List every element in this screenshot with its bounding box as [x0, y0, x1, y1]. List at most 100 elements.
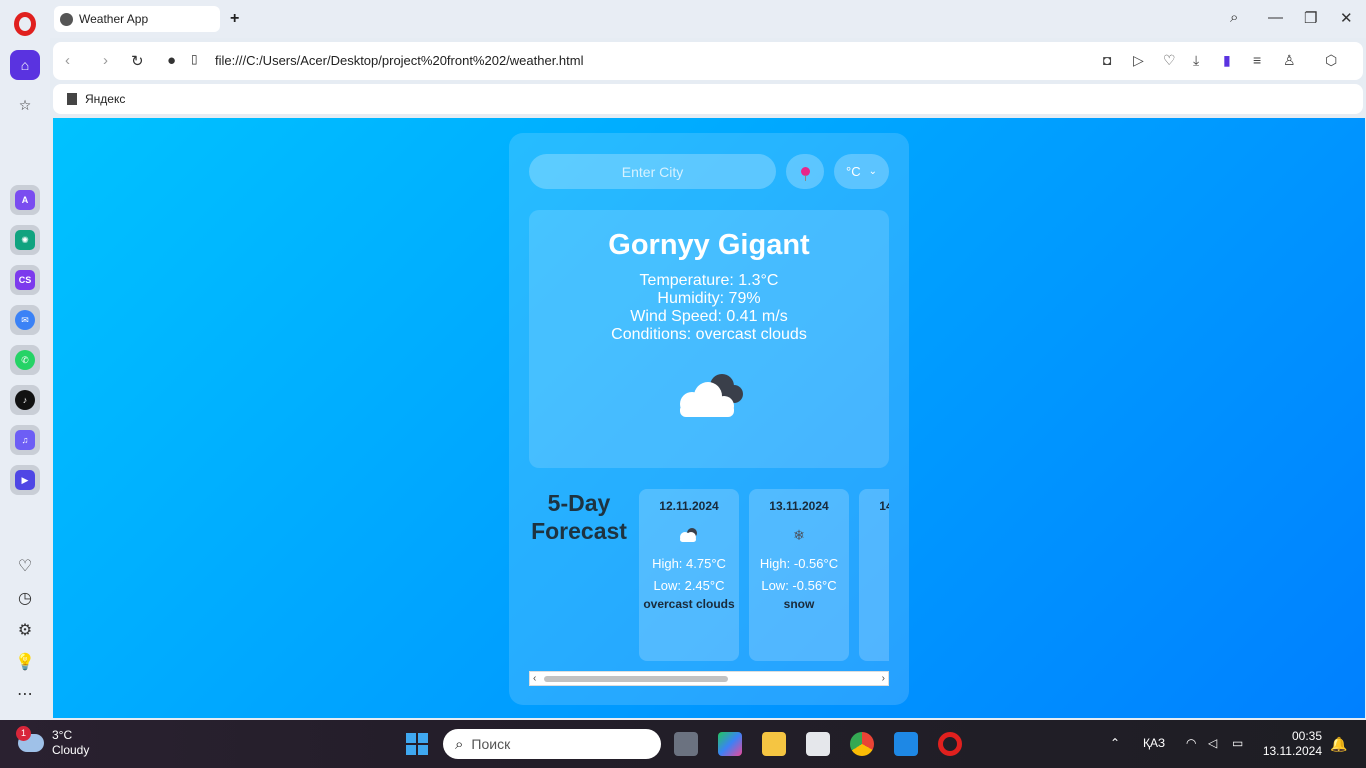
taskbar-search-text: Поиск	[471, 736, 511, 752]
volume-icon[interactable]: ◁	[1208, 736, 1217, 750]
url-field[interactable]: file:///C:/Users/Acer/Desktop/project%20…	[215, 53, 584, 68]
forecast-date: 14.11.2024	[879, 499, 889, 513]
forecast-title: 5-Day Forecast	[531, 490, 627, 544]
forecast-date: 13.11.2024	[769, 499, 829, 513]
copilot-icon[interactable]	[718, 732, 742, 756]
file-explorer-icon[interactable]	[762, 732, 786, 756]
opera-logo-icon[interactable]	[14, 12, 36, 36]
forward-button[interactable]: ›	[103, 52, 108, 69]
player-app-icon[interactable]: ▶	[10, 465, 40, 495]
scroll-left-arrow-icon[interactable]: ‹	[533, 672, 536, 685]
notification-badge: 1	[16, 726, 31, 741]
reload-button[interactable]: ↻	[131, 52, 144, 70]
sidebar-toggle-icon[interactable]: ▮	[1223, 52, 1231, 69]
wind-speed-text: Wind Speed: 0.41 m/s	[630, 308, 788, 325]
taskbar-clock[interactable]: 00:35 13.11.2024	[1262, 729, 1322, 759]
city-search-input[interactable]	[529, 154, 776, 189]
chrome-icon[interactable]	[850, 732, 874, 756]
minimize-button[interactable]: —	[1268, 9, 1283, 26]
bookmark-label: Яндекс	[85, 92, 126, 106]
scroll-right-arrow-icon[interactable]: ›	[882, 672, 885, 685]
notification-bell-icon[interactable]: 🔔	[1330, 736, 1347, 753]
humidity-text: Humidity: 79%	[657, 290, 761, 307]
weather-page: °C ⌄ Gornyy Gigant Temperature: 1.3°C Hu…	[53, 118, 1365, 718]
extensions-cube-icon[interactable]: ⬡	[1325, 52, 1337, 69]
cloud-icon	[680, 528, 697, 542]
forecast-condition: snow	[783, 597, 815, 611]
easy-setup-icon[interactable]: ≡	[1253, 52, 1261, 68]
forecast-day-card: 14.11.2024	[859, 489, 889, 661]
forecast-date: 12.11.2024	[659, 499, 719, 513]
music-app-icon[interactable]: ♫	[10, 425, 40, 455]
tiktok-app-icon[interactable]: ♪	[10, 385, 40, 415]
chevron-up-icon[interactable]: ⌃	[1110, 736, 1120, 750]
snow-icon: ❄	[793, 526, 805, 543]
tab-weather-app[interactable]: Weather App	[54, 6, 220, 32]
file-icon	[67, 93, 77, 105]
conditions-text: Conditions: overcast clouds	[611, 326, 807, 343]
wifi-icon[interactable]: ◠	[1186, 736, 1196, 750]
whatsapp-app-icon[interactable]: ✆	[10, 345, 40, 375]
forecast-day-card: 12.11.2024 High: 4.75°C Low: 2.45°C over…	[639, 489, 739, 661]
lightbulb-icon[interactable]: 💡	[14, 651, 36, 673]
clock-date: 13.11.2024	[1262, 744, 1322, 758]
more-dots-icon[interactable]: ⋯	[14, 683, 36, 705]
scroll-thumb[interactable]	[544, 676, 728, 682]
aria-app-icon[interactable]: A	[10, 185, 40, 215]
tab-strip: Weather App + ⌕ — ❐ ✕	[50, 0, 1366, 38]
taskbar-weather-widget[interactable]: 1 3°C Cloudy	[16, 726, 89, 758]
battery-icon[interactable]: ▭	[1232, 736, 1243, 750]
keyboard-language[interactable]: ҚАЗ	[1143, 736, 1165, 750]
pushpin-icon	[800, 167, 810, 181]
star-icon[interactable]: ☆	[10, 90, 40, 120]
globe-icon	[60, 12, 73, 26]
forecast-horizontal-scrollbar[interactable]: ‹ ›	[529, 671, 889, 686]
forecast-high: High: -0.56°C	[759, 556, 839, 571]
task-view-icon[interactable]	[674, 732, 698, 756]
forecast-scroll-area[interactable]: 12.11.2024 High: 4.75°C Low: 2.45°C over…	[639, 489, 889, 663]
profile-icon[interactable]: ♙	[1283, 52, 1296, 69]
taskbar-search[interactable]: ⌕ Поиск	[443, 729, 661, 759]
location-pin-icon[interactable]: ●	[167, 52, 176, 69]
weather-card: °C ⌄ Gornyy Gigant Temperature: 1.3°C Hu…	[509, 133, 909, 705]
home-icon[interactable]: ⌂	[10, 50, 40, 80]
heart-icon[interactable]: ♡	[1163, 52, 1176, 69]
camera-icon[interactable]: ◘	[1103, 52, 1111, 68]
play-icon[interactable]: ▷	[1133, 52, 1144, 69]
city-name: Gornyy Gigant	[608, 229, 810, 261]
forecast-high: High: 4.75°C	[652, 556, 726, 571]
cs-app-icon[interactable]: CS	[10, 265, 40, 295]
settings-gear-icon[interactable]: ⚙	[14, 619, 36, 641]
current-details: Temperature: 1.3°C Humidity: 79% Wind Sp…	[529, 272, 889, 344]
opera-taskbar-icon[interactable]	[938, 732, 962, 756]
messenger-app-icon[interactable]: ✉	[10, 305, 40, 335]
opera-sidebar: ⌂ ☆ A ✺ CS ✉ ✆ ♪ ♫ ▶ ♡ ◷ ⚙ 💡 ⋯	[0, 0, 50, 720]
address-bar: ‹ › ↻ ● ▯ file:///C:/Users/Acer/Desktop/…	[53, 42, 1363, 80]
unit-selected-value: °C	[846, 164, 861, 179]
back-button[interactable]: ‹	[65, 52, 70, 69]
bookmark-yandex[interactable]: Яндекс	[67, 92, 125, 106]
new-tab-button[interactable]: +	[230, 10, 239, 28]
history-clock-icon[interactable]: ◷	[14, 587, 36, 609]
overcast-clouds-icon	[680, 374, 743, 417]
geolocation-button[interactable]	[786, 154, 824, 189]
close-window-button[interactable]: ✕	[1340, 9, 1353, 27]
heart-icon[interactable]: ♡	[14, 555, 36, 577]
cloudy-icon: 1	[16, 726, 44, 752]
forecast-low: Low: -0.56°C	[761, 578, 837, 593]
search-tabs-icon[interactable]: ⌕	[1230, 9, 1238, 26]
forecast-day-card: 13.11.2024 ❄ High: -0.56°C Low: -0.56°C …	[749, 489, 849, 661]
bookmarks-bar: Яндекс	[53, 84, 1363, 114]
clock-time: 00:35	[1291, 729, 1322, 743]
restore-button[interactable]: ❐	[1304, 9, 1317, 27]
chatgpt-app-icon[interactable]: ✺	[10, 225, 40, 255]
unit-select[interactable]: °C ⌄	[834, 154, 889, 189]
vscode-icon[interactable]	[894, 732, 918, 756]
tab-title: Weather App	[79, 12, 149, 26]
download-icon[interactable]: ⤓	[1193, 52, 1199, 69]
taskbar: 1 3°C Cloudy ⌕ Поиск ⌃ ҚАЗ ◠ ◁ ▭ 00:35 1…	[0, 720, 1366, 768]
forecast-low: Low: 2.45°C	[653, 578, 725, 593]
search-icon: ⌕	[455, 735, 464, 753]
windows-start-icon[interactable]	[406, 733, 428, 755]
microsoft-store-icon[interactable]	[806, 732, 830, 756]
